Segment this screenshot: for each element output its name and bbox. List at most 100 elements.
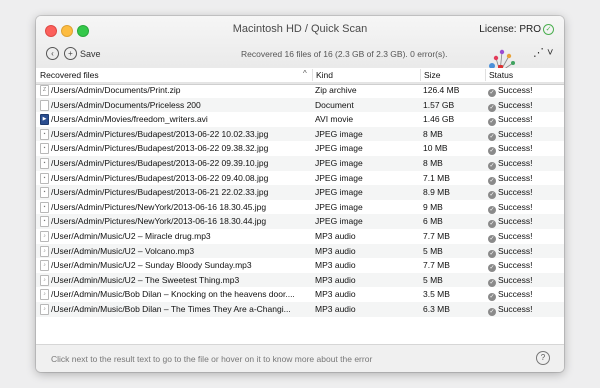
table-row[interactable]: ♪/User/Admin/Music/U2 – The Sweetest Thi… [36, 272, 564, 288]
file-path[interactable]: /Users/Admin/Documents/Priceless 200 [51, 100, 311, 110]
image-file-icon: ▪ [40, 157, 49, 169]
status-cell[interactable]: ✓ Success! [488, 289, 533, 302]
status-cell[interactable]: ✓ Success! [488, 260, 533, 273]
table-row[interactable]: ▪/Users/Admin/Pictures/NewYork/2013-06-1… [36, 214, 564, 229]
table-row[interactable]: ♪/User/Admin/Music/U2 – Volcano.mp3 MP3 a… [36, 243, 564, 259]
save-plus-icon[interactable]: + [64, 47, 77, 60]
table-row[interactable]: ▪/Users/Admin/Pictures/Budapest/2013-06-… [36, 141, 564, 156]
footer-bar: Click next to the result text to go to t… [36, 344, 564, 372]
column-header-status[interactable]: Status [489, 70, 513, 80]
file-size: 8 MB [423, 157, 443, 168]
file-size: 10 MB [423, 143, 448, 154]
image-file-icon: ▪ [40, 128, 49, 140]
audio-file-icon: ♪ [40, 303, 49, 315]
status-cell[interactable]: ✓ Success! [488, 187, 533, 200]
table-row[interactable]: ▪/Users/Admin/Pictures/Budapest/2013-06-… [36, 126, 564, 142]
file-path[interactable]: /User/Admin/Music/U2 – Volcano.mp3 [51, 246, 311, 256]
status-text: Success! [498, 289, 533, 300]
file-path[interactable]: /Users/Admin/Pictures/Budapest/2013-06-2… [51, 143, 311, 153]
table-row[interactable]: ▶/Users/Admin/Movies/freedom_writers.avi… [36, 112, 564, 127]
status-cell[interactable]: ✓ Success! [488, 304, 533, 316]
file-kind: MP3 audio [315, 303, 356, 314]
file-kind: JPEG image [315, 187, 363, 198]
back-button[interactable]: ‹ [46, 47, 59, 60]
file-size: 5 MB [423, 274, 443, 285]
audio-file-icon: ♪ [40, 274, 49, 286]
table-row[interactable]: ▪/Users/Admin/Pictures/Budapest/2013-06-… [36, 171, 564, 186]
file-kind: JPEG image [315, 128, 363, 139]
file-path[interactable]: /Users/Admin/Documents/Print.zip [51, 85, 311, 95]
success-icon: ✓ [488, 220, 496, 229]
status-text: Success! [498, 172, 533, 183]
file-path[interactable]: /User/Admin/Music/U2 – Miracle drug.mp3 [51, 231, 311, 241]
table-row[interactable]: ♪/User/Admin/Music/Bob Dilan – The Times… [36, 301, 564, 317]
movie-file-icon: ▶ [40, 114, 49, 126]
file-path[interactable]: /User/Admin/Music/U2 – The Sweetest Thin… [51, 275, 311, 285]
table-row[interactable]: /Users/Admin/Documents/Priceless 200 Docu… [36, 97, 564, 113]
image-file-icon: ▪ [40, 216, 49, 228]
file-kind: JPEG image [315, 201, 363, 212]
file-size: 8 MB [423, 128, 443, 139]
help-icon[interactable]: ? [536, 351, 550, 365]
status-cell[interactable]: ✓ Success! [488, 246, 533, 258]
success-icon: ✓ [488, 89, 496, 97]
file-path[interactable]: /Users/Admin/Pictures/Budapest/2013-06-2… [51, 158, 311, 168]
file-path[interactable]: /Users/Admin/Pictures/NewYork/2013-06-16… [51, 216, 311, 226]
file-path[interactable]: /Users/Admin/Pictures/Budapest/2013-06-2… [51, 173, 311, 183]
column-header-size[interactable]: Size [424, 70, 441, 80]
file-kind: MP3 audio [315, 260, 356, 271]
share-icon[interactable]: ⋰ ˅ [533, 46, 553, 59]
file-size: 9 MB [423, 201, 443, 212]
status-cell[interactable]: ✓ Success! [488, 216, 533, 229]
file-path[interactable]: /User/Admin/Music/Bob Dilan – The Times … [51, 304, 311, 314]
file-size: 7.1 MB [423, 172, 450, 183]
column-header-kind[interactable]: Kind [316, 70, 333, 80]
status-cell[interactable]: ✓ Success! [488, 85, 533, 97]
file-size: 3.5 MB [423, 289, 450, 300]
status-text: Success! [498, 245, 533, 256]
status-cell[interactable]: ✓ Success! [488, 275, 533, 287]
document-file-icon [40, 99, 49, 111]
image-file-icon: ▪ [40, 143, 49, 155]
column-header-recovered-files[interactable]: Recovered files [40, 70, 99, 80]
file-path[interactable]: /User/Admin/Music/U2 – Sunday Bloody Sun… [51, 260, 311, 270]
success-icon: ✓ [488, 103, 496, 112]
file-kind: MP3 audio [315, 289, 356, 300]
file-kind: JPEG image [315, 216, 363, 227]
status-cell[interactable]: ✓ Success! [488, 129, 533, 141]
status-cell[interactable]: ✓ Success! [488, 173, 533, 185]
file-path[interactable]: /Users/Admin/Movies/freedom_writers.avi [51, 114, 311, 124]
status-cell[interactable]: ✓ Success! [488, 231, 533, 243]
audio-file-icon: ♪ [40, 289, 49, 301]
file-kind: MP3 audio [315, 230, 356, 241]
table-row[interactable]: ▪/Users/Admin/Pictures/NewYork/2013-06-1… [36, 200, 564, 215]
table-row[interactable]: ▪/Users/Admin/Pictures/Budapest/2013-06-… [36, 185, 564, 200]
table-row[interactable]: ▪/Users/Admin/Pictures/Budapest/2013-06-… [36, 155, 564, 171]
table-header: Recovered files ^ Kind Size Status [36, 68, 564, 83]
file-kind: MP3 audio [315, 245, 356, 256]
file-path[interactable]: /Users/Admin/Pictures/Budapest/2013-06-2… [51, 187, 311, 197]
table-row[interactable]: ♪/User/Admin/Music/U2 – Sunday Bloody Su… [36, 258, 564, 273]
success-icon: ✓ [488, 249, 496, 258]
column-separator [485, 69, 486, 81]
file-path[interactable]: /Users/Admin/Pictures/NewYork/2013-06-16… [51, 202, 311, 212]
table-row[interactable]: ♪/User/Admin/Music/U2 – Miracle drug.mp3… [36, 229, 564, 244]
image-file-icon: ▪ [40, 201, 49, 213]
status-text: Success! [498, 85, 533, 95]
footer-hint: Click next to the result text to go to t… [51, 354, 373, 364]
table-row[interactable]: ♪/User/Admin/Music/Bob Dilan – Knocking … [36, 287, 564, 302]
column-separator [312, 69, 313, 81]
table-row[interactable]: Z/Users/Admin/Documents/Print.zip Zip arc… [36, 83, 564, 98]
status-cell[interactable]: ✓ Success! [488, 114, 533, 127]
file-size: 1.46 GB [423, 114, 455, 125]
sort-ascending-icon[interactable]: ^ [303, 69, 307, 78]
status-cell[interactable]: ✓ Success! [488, 100, 533, 112]
quick-scan-window: Macintosh HD / Quick Scan License: PRO ✓ … [36, 16, 564, 372]
file-path[interactable]: /User/Admin/Music/Bob Dilan – Knocking o… [51, 289, 311, 299]
success-icon: ✓ [488, 278, 496, 287]
status-cell[interactable]: ✓ Success! [488, 202, 533, 214]
save-button[interactable]: Save [80, 49, 101, 59]
file-path[interactable]: /Users/Admin/Pictures/Budapest/2013-06-2… [51, 129, 311, 139]
status-cell[interactable]: ✓ Success! [488, 158, 533, 170]
status-cell[interactable]: ✓ Success! [488, 143, 533, 156]
